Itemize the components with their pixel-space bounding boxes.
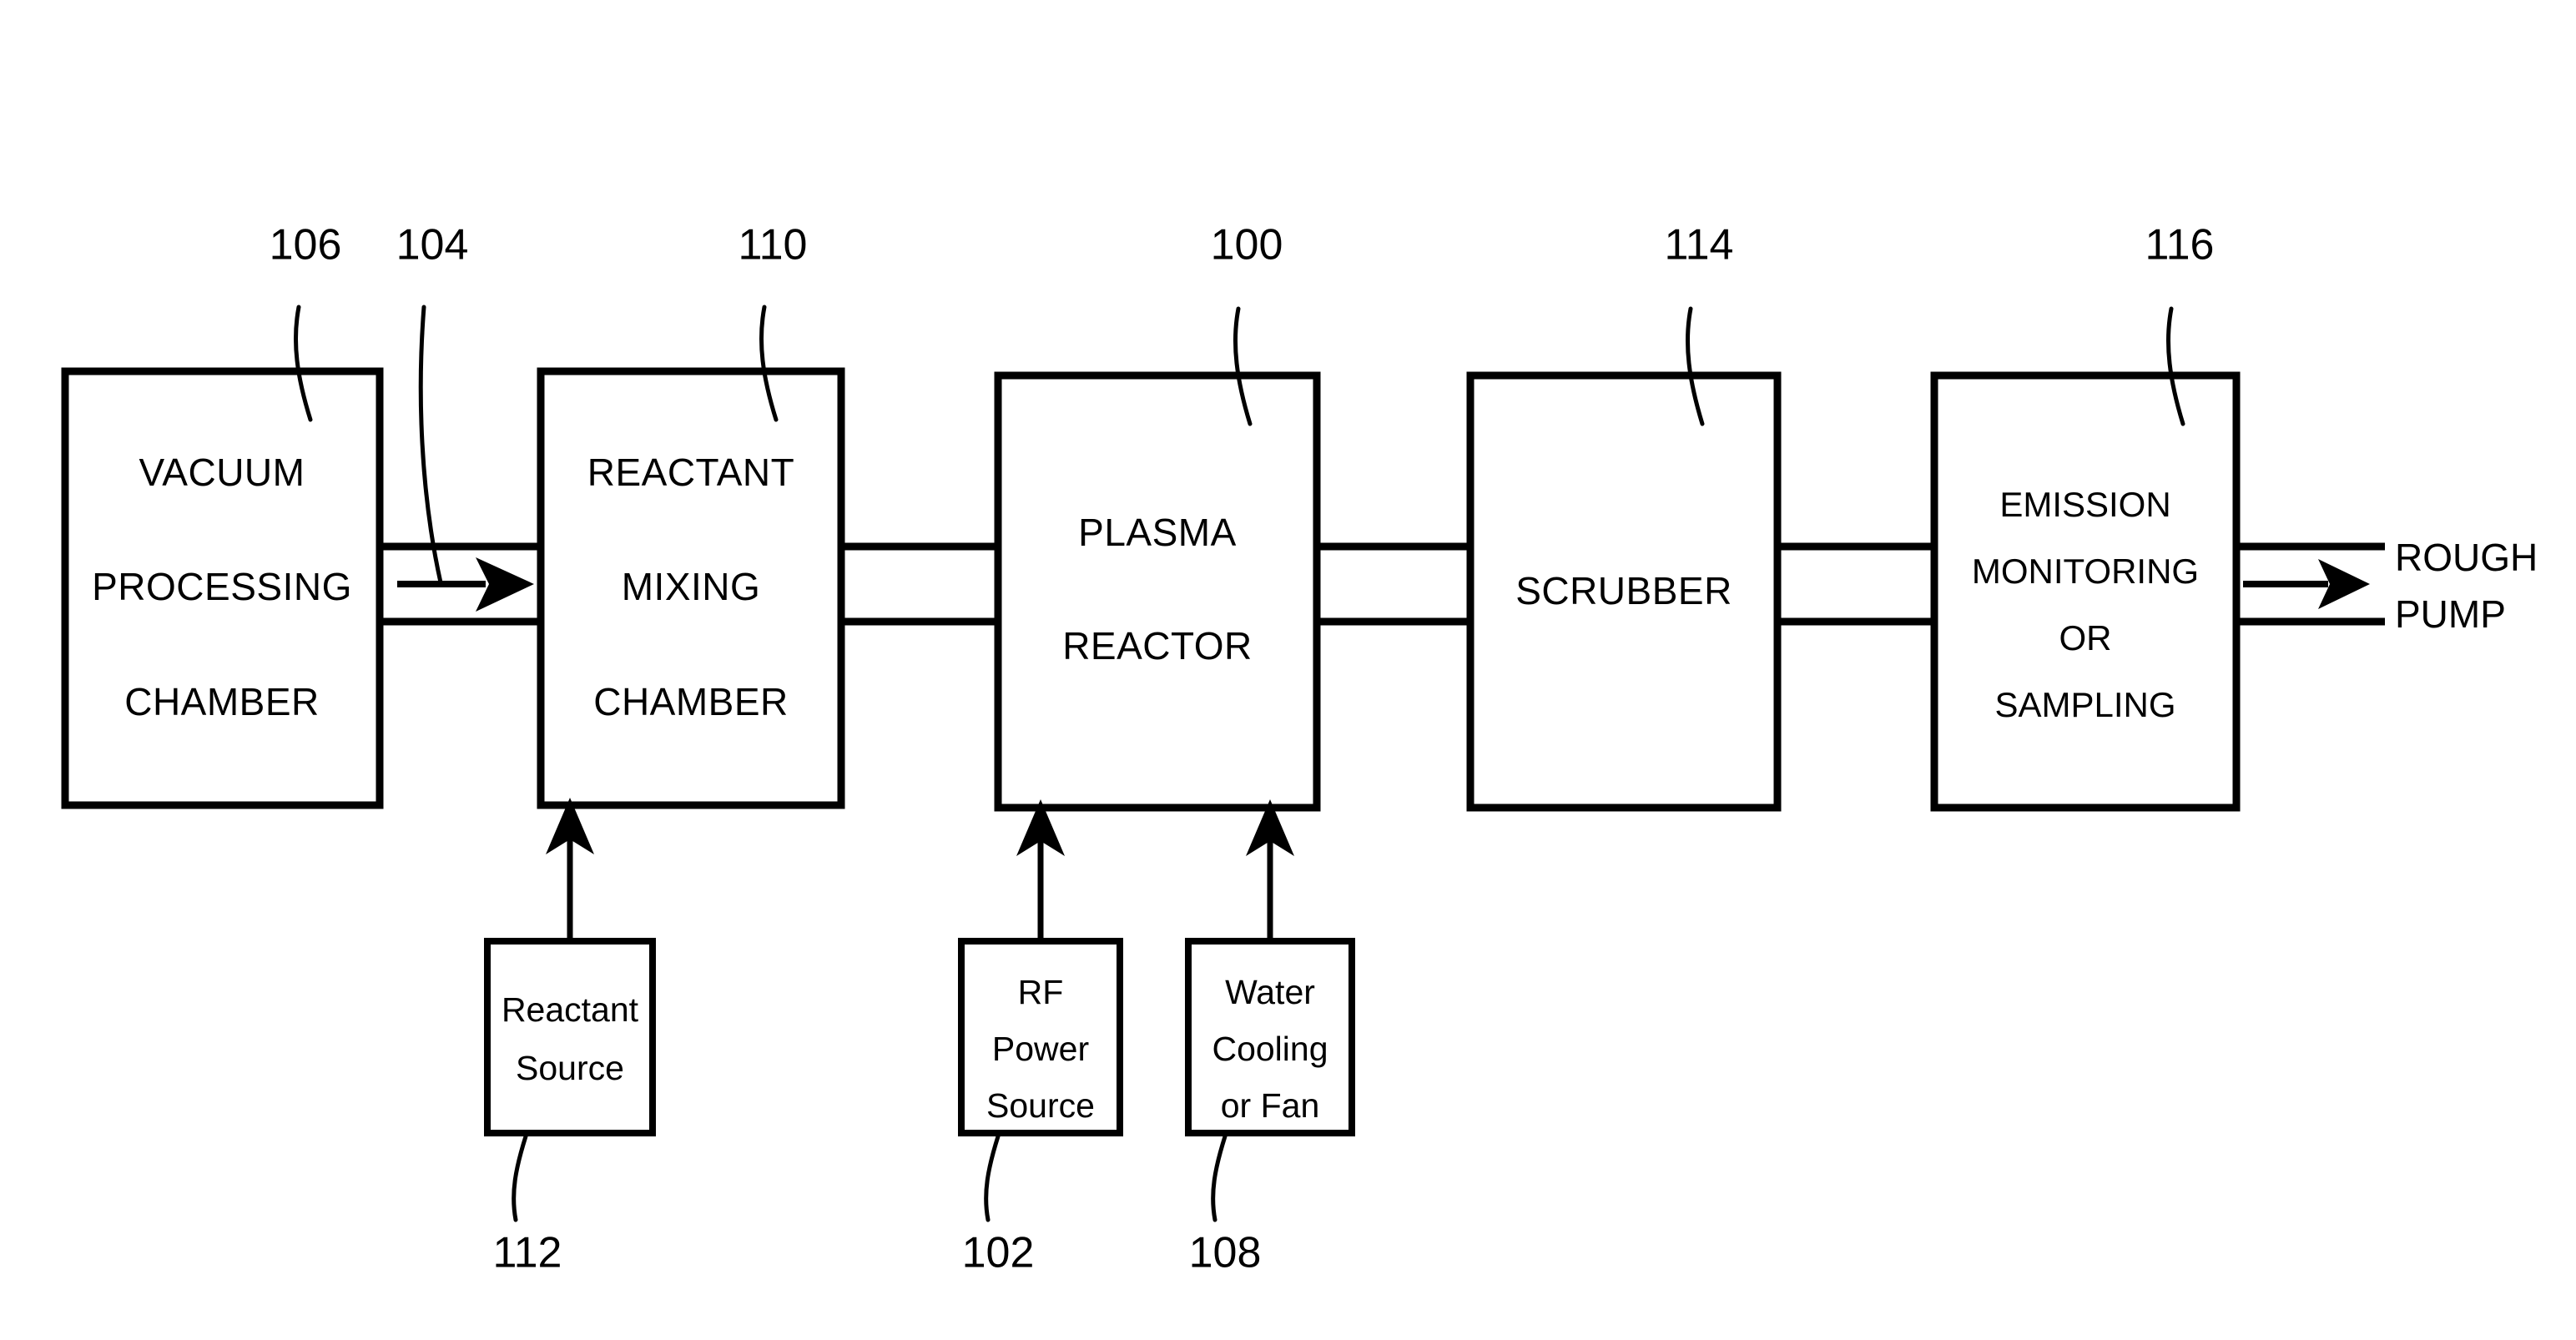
source-label-line-2: Power [992, 1030, 1089, 1068]
block-label-line-3: OR [2059, 618, 2112, 657]
source-label-line-1: Reactant [502, 990, 639, 1029]
label-rough-pump: ROUGH PUMP [2395, 536, 2538, 636]
block-scrubber[interactable]: SCRUBBER [1466, 371, 1782, 812]
reference-numeral: 116 [2145, 221, 2215, 270]
duct-scrubber-to-emission [1777, 542, 1934, 626]
feed-arrow-water-cooling [1246, 799, 1294, 941]
rough-pump-line-2: PUMP [2395, 592, 2506, 636]
reference-numeral: 110 [739, 221, 808, 270]
block-label-line-1: REACTANT [587, 451, 795, 494]
block-label-line-1: PLASMA [1078, 511, 1237, 554]
block-label-line-2: PROCESSING [92, 565, 352, 608]
block-plasma-reactor[interactable]: PLASMA REACTOR [994, 371, 1321, 812]
reference-numeral: 100 [1211, 221, 1283, 270]
source-label-line-2: Source [516, 1049, 624, 1087]
block-label-line-1: VACUUM [139, 451, 305, 494]
flow-arrow-104 [397, 557, 534, 612]
feed-arrow-reactant-source [546, 798, 594, 941]
duct-mixing-to-reactor [841, 542, 998, 626]
block-label-line-1: EMISSION [1999, 485, 2170, 524]
block-rf-power-source[interactable]: RF Power Source [958, 938, 1123, 1136]
block-reactant-source[interactable]: Reactant Source [484, 938, 656, 1136]
reference-callout-104: 104 [396, 221, 469, 585]
feed-arrow-rf-power-source [1016, 799, 1065, 941]
source-label-line-3: or Fan [1221, 1086, 1320, 1125]
source-label-line-2: Cooling [1212, 1030, 1328, 1068]
reference-callout-112: 112 [493, 1134, 562, 1277]
block-vacuum-processing-chamber[interactable]: VACUUM PROCESSING CHAMBER [61, 367, 384, 809]
reference-numeral: 106 [270, 221, 342, 270]
duct-reactor-to-scrubber [1317, 542, 1470, 626]
source-label-line-1: RF [1018, 973, 1064, 1011]
block-emission-monitoring[interactable]: EMISSION MONITORING OR SAMPLING [1930, 371, 2241, 812]
source-label-line-1: Water [1225, 973, 1315, 1011]
block-outline [1930, 371, 2241, 812]
flow-arrow-rough-pump [2243, 559, 2370, 609]
reference-numeral: 102 [962, 1229, 1035, 1277]
block-label-line-1: SCRUBBER [1515, 569, 1732, 612]
block-label-line-3: CHAMBER [124, 680, 320, 723]
reference-numeral: 104 [396, 221, 469, 270]
block-label-line-2: MIXING [622, 565, 761, 608]
block-label-line-3: CHAMBER [593, 680, 789, 723]
source-label-line-3: Source [986, 1086, 1095, 1125]
reference-numeral: 108 [1189, 1229, 1262, 1277]
block-diagram: VACUUM PROCESSING CHAMBER REACTANT MIXIN… [61, 221, 2538, 1277]
reference-callout-108: 108 [1189, 1134, 1262, 1277]
figure-canvas: VACUUM PROCESSING CHAMBER REACTANT MIXIN… [0, 0, 2576, 1340]
reference-numeral: 114 [1665, 221, 1734, 270]
block-label-line-2: REACTOR [1062, 624, 1253, 667]
block-outline [484, 938, 656, 1136]
block-label-line-4: SAMPLING [1994, 685, 2175, 724]
reference-numeral: 112 [493, 1229, 562, 1277]
block-outline [994, 371, 1321, 812]
reference-callout-102: 102 [962, 1134, 1035, 1277]
block-label-line-2: MONITORING [1972, 552, 2199, 591]
block-reactant-mixing-chamber[interactable]: REACTANT MIXING CHAMBER [537, 367, 845, 809]
rough-pump-line-1: ROUGH [2395, 536, 2538, 579]
block-water-cooling-or-fan[interactable]: Water Cooling or Fan [1185, 938, 1355, 1136]
